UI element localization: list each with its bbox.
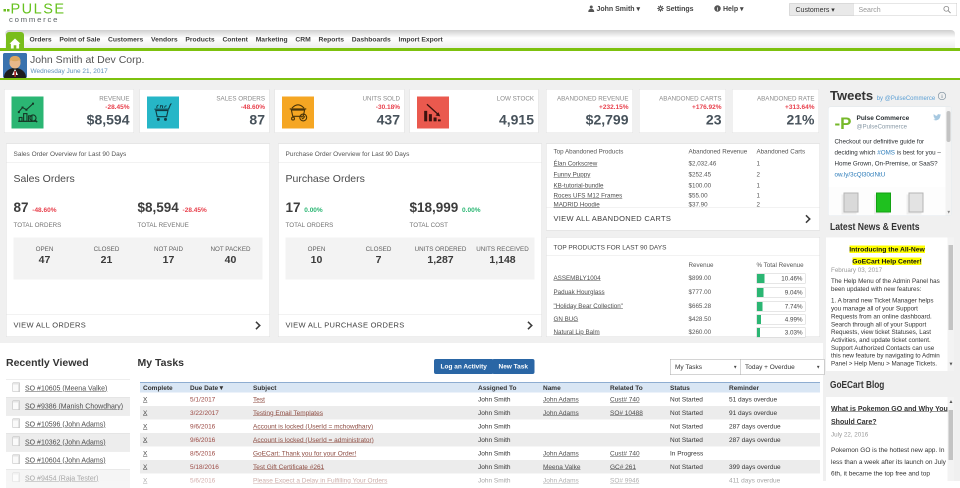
- svg-text:i: i: [941, 94, 943, 100]
- svg-text:-P: -P: [835, 114, 852, 133]
